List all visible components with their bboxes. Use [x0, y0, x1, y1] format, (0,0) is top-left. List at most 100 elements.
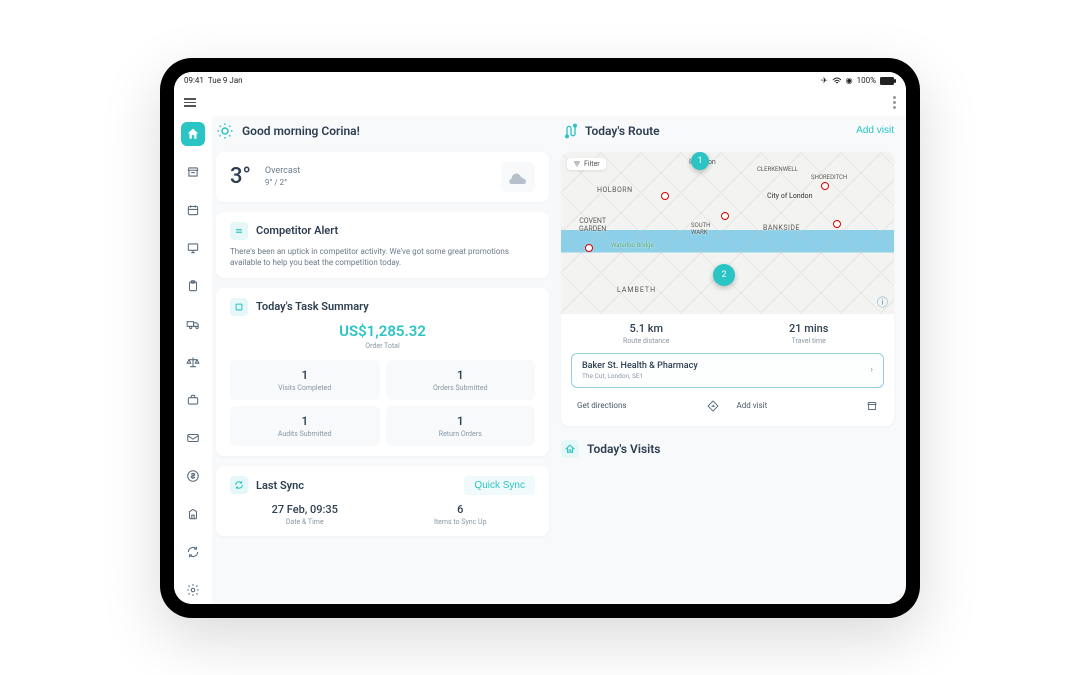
sidebar-item-sync[interactable]: [181, 540, 205, 564]
route-header-left: Today's Route: [561, 123, 660, 139]
calendar-icon: [186, 203, 200, 217]
mail-icon: [186, 431, 200, 445]
add-visit-button-bottom[interactable]: Add visit: [731, 396, 885, 416]
add-visit-button-top[interactable]: Add visit: [856, 125, 894, 136]
map-marker-2[interactable]: 2: [713, 264, 735, 286]
map-label-lambeth: LAMBETH: [617, 286, 656, 294]
overflow-button[interactable]: [893, 96, 896, 109]
get-directions-button[interactable]: Get directions: [571, 396, 725, 416]
greeting-row: Good morning Corina!: [216, 120, 549, 142]
tube-icon: [821, 182, 829, 190]
weather-info: Overcast 9° / 2°: [265, 166, 300, 187]
tablet-frame: 09:41 Tue 9 Jan ✈ ◉ 100%: [160, 58, 920, 618]
left-column: Good morning Corina! 3° Overcast 9° / 2°: [216, 120, 549, 592]
sync-items: 6 Items to Sync Up: [386, 503, 536, 526]
alert-icon: [230, 222, 248, 240]
route-title: Today's Route: [585, 124, 660, 138]
stat-orders-submitted: 1 Orders Submitted: [386, 360, 536, 400]
sidebar-item-delivery[interactable]: [181, 312, 205, 336]
sidebar-item-briefcase[interactable]: [181, 388, 205, 412]
presentation-icon: [186, 241, 200, 255]
task-icon: [230, 298, 248, 316]
sidebar-item-scale[interactable]: [181, 350, 205, 374]
sync-header-left: Last Sync: [230, 476, 304, 494]
alert-title: Competitor Alert: [256, 224, 338, 237]
sync-datetime: 27 Feb, 09:35 Date & Time: [230, 503, 380, 526]
map-label-holborn: HOLBORN: [597, 186, 633, 194]
weather-condition: Overcast: [265, 166, 300, 176]
route-actions: Get directions Add visit: [561, 396, 894, 426]
truck-icon: [186, 317, 200, 331]
next-visit-name: Baker St. Health & Pharmacy: [582, 361, 698, 371]
sync-header: Last Sync Quick Sync: [230, 476, 535, 495]
next-visit-card[interactable]: Baker St. Health & Pharmacy The Cut, Lon…: [571, 353, 884, 388]
map-info-icon[interactable]: ⓘ: [877, 294, 888, 310]
map-marker-1[interactable]: 1: [691, 152, 709, 170]
briefcase-icon: [186, 393, 200, 407]
tube-icon: [585, 244, 593, 252]
battery-icon: [880, 77, 896, 85]
quick-sync-button[interactable]: Quick Sync: [464, 476, 535, 495]
directions-icon: [707, 400, 719, 412]
chevron-right-icon: ›: [870, 365, 873, 375]
order-total-label: Order Total: [230, 342, 535, 350]
map-view[interactable]: Filter Islington City of London LAMBETH …: [561, 152, 894, 314]
map-card: Filter Islington City of London LAMBETH …: [561, 152, 894, 426]
sidebar-item-home[interactable]: [181, 122, 205, 146]
route-icon: [561, 123, 577, 139]
weather-card: 3° Overcast 9° / 2°: [216, 152, 549, 202]
sidebar-item-calendar[interactable]: [181, 198, 205, 222]
route-stats: 5.1 km Route distance 21 mins Travel tim…: [561, 314, 894, 353]
sidebar-item-money[interactable]: [181, 464, 205, 488]
menu-button[interactable]: [184, 98, 196, 107]
store-small-icon: [866, 400, 878, 412]
sync-grid: 27 Feb, 09:35 Date & Time 6 Items to Syn…: [230, 503, 535, 526]
order-total-amount: US$1,285.32: [230, 322, 535, 340]
alert-header: Competitor Alert: [230, 222, 535, 240]
stat-audits-submitted: 1 Audits Submitted: [230, 406, 380, 446]
sidebar-item-building[interactable]: [181, 502, 205, 526]
visits-icon: [561, 440, 579, 458]
order-total: US$1,285.32 Order Total: [230, 322, 535, 350]
map-label-city: City of London: [767, 192, 813, 200]
content: Good morning Corina! 3° Overcast 9° / 2°: [212, 116, 906, 604]
sidebar-item-presentation[interactable]: [181, 236, 205, 260]
main-area: Good morning Corina! 3° Overcast 9° / 2°: [174, 116, 906, 604]
sidebar: [174, 116, 212, 604]
weather-hilo: 9° / 2°: [265, 178, 287, 187]
dollar-icon: [186, 469, 200, 483]
map-filter-button[interactable]: Filter: [567, 158, 606, 170]
competitor-alert-card: Competitor Alert There's been an uptick …: [216, 212, 549, 278]
map-label-clerkenwell: CLERKENWELL: [757, 166, 798, 173]
sidebar-item-settings[interactable]: [181, 578, 205, 602]
screen: 09:41 Tue 9 Jan ✈ ◉ 100%: [174, 72, 906, 604]
sun-icon: [216, 122, 234, 140]
route-header: Today's Route Add visit: [561, 120, 894, 142]
gear-icon: [186, 583, 200, 597]
sidebar-item-store[interactable]: [181, 160, 205, 184]
map-label-waterloo: Waterloo Bridge: [611, 242, 654, 249]
map-label-covent: COVENT GARDEN: [579, 217, 606, 233]
task-header: Today's Task Summary: [230, 298, 535, 316]
stat-visits-completed: 1 Visits Completed: [230, 360, 380, 400]
sidebar-item-mail[interactable]: [181, 426, 205, 450]
store-icon: [186, 165, 200, 179]
clipboard-icon: [186, 279, 200, 293]
battery-label: 100%: [857, 76, 876, 85]
sync-icon: [186, 545, 200, 559]
sync-title: Last Sync: [256, 479, 304, 492]
cloud-icon: [508, 170, 528, 184]
map-label-southwark: SOUTH WARK: [691, 222, 710, 236]
weather-temp: 3°: [230, 164, 251, 189]
task-title: Today's Task Summary: [256, 300, 369, 313]
sidebar-item-clipboard[interactable]: [181, 274, 205, 298]
weather-icon-box: [501, 162, 535, 192]
task-stat-grid: 1 Visits Completed 1 Orders Submitted 1 …: [230, 360, 535, 446]
sync-card-icon: [230, 476, 248, 494]
top-bar: [174, 90, 906, 116]
next-visit-addr: The Cut, London, SE1: [582, 372, 698, 380]
alert-text: There's been an uptick in competitor act…: [230, 246, 535, 268]
filter-icon: [573, 160, 581, 168]
status-right: ✈ ◉ 100%: [821, 76, 896, 85]
tube-icon: [721, 212, 729, 220]
